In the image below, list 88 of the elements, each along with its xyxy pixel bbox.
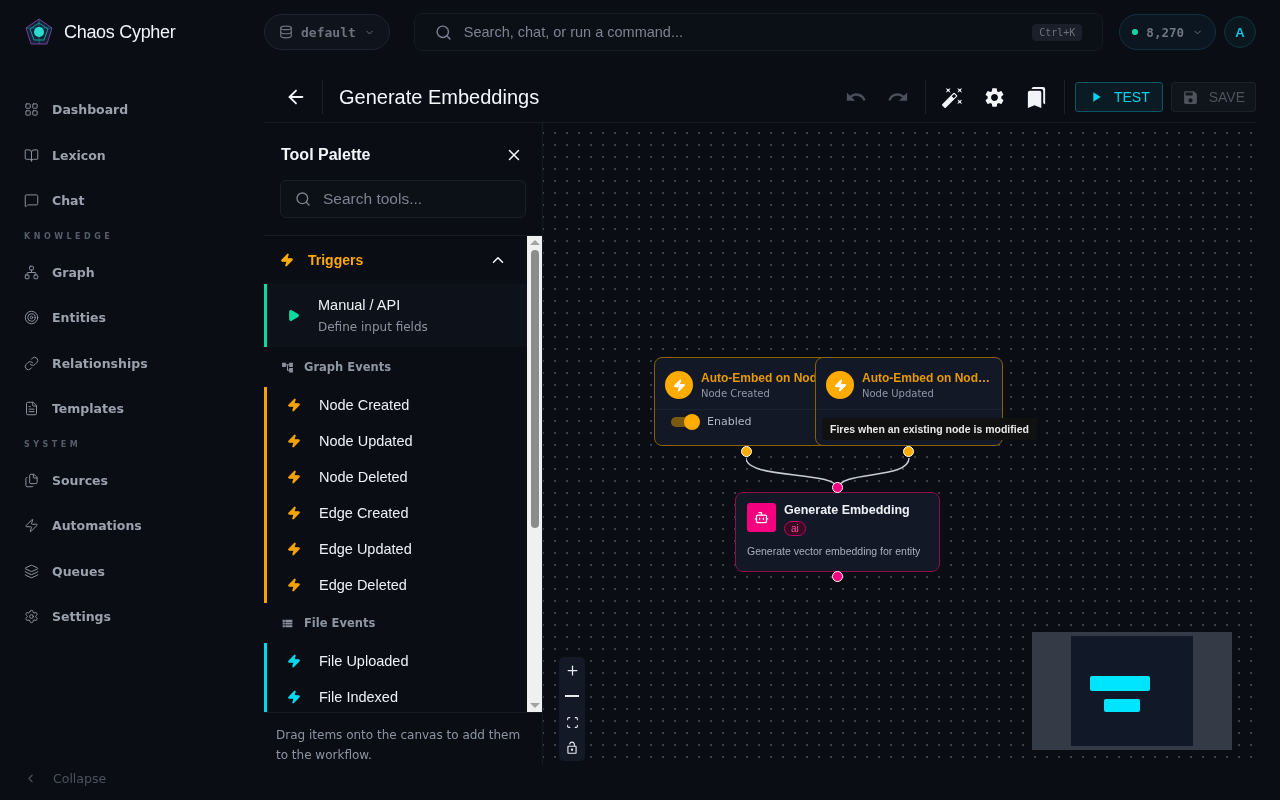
search-input[interactable]: Search tools... — [321, 189, 511, 209]
section-heading: SYSTEM — [24, 439, 83, 451]
item-label: Edge Deleted — [319, 577, 407, 593]
target-icon — [24, 310, 39, 326]
test-button[interactable]: TEST — [1074, 82, 1163, 112]
database-icon — [279, 25, 293, 39]
layers-icon — [24, 563, 39, 579]
scrollbar[interactable] — [527, 236, 542, 712]
search-icon — [295, 191, 311, 207]
nav-item[interactable]: Templates — [24, 386, 250, 432]
chat-icon — [24, 193, 39, 209]
lightning-icon — [287, 542, 301, 556]
nav-item[interactable]: Sources — [24, 457, 250, 503]
group-label: Graph Events — [304, 360, 391, 374]
nav-item[interactable]: Chat — [24, 178, 250, 224]
hierarchy-icon — [24, 264, 39, 280]
workflow-title: Generate Embeddings — [339, 85, 541, 109]
tool-search-field[interactable]: Search tools... — [280, 180, 526, 218]
document-icon — [24, 401, 39, 417]
play-icon — [287, 309, 300, 322]
lightning-icon — [24, 518, 39, 534]
action-node[interactable]: Generate Embedding ai Generate vector embedding for entity — [735, 492, 940, 572]
lightning-icon — [826, 371, 854, 399]
shortcut-hint: Ctrl+K — [1032, 23, 1083, 41]
search-input[interactable]: Search, chat, or run a command... — [461, 23, 1023, 41]
node-title: Auto-Embed on Nod… — [862, 371, 990, 385]
enabled-toggle[interactable] — [671, 416, 699, 427]
item-label: Edge Created — [319, 505, 409, 521]
book-icon — [24, 147, 39, 163]
logo-icon — [24, 17, 54, 47]
files-icon — [24, 472, 39, 488]
brand-name: Chaos Cypher — [64, 21, 176, 43]
plus-icon — [564, 662, 580, 678]
fit-view-icon — [565, 715, 579, 729]
lightning-icon — [287, 506, 301, 520]
palette-hint: Drag items onto the canvas to add them to the workflow. — [275, 727, 522, 764]
group-label: File Events — [304, 616, 376, 630]
output-handle[interactable] — [741, 446, 752, 457]
search-icon — [434, 23, 452, 41]
lightning-icon — [287, 470, 301, 484]
lightning-icon — [287, 434, 301, 448]
nav-item[interactable]: Relationships — [24, 340, 250, 386]
palette-title: Tool Palette — [281, 146, 371, 164]
node-title: Generate Embedding — [784, 503, 910, 517]
settings-icon — [24, 609, 39, 625]
grid-icon — [24, 102, 39, 118]
item-description: Define input fields — [318, 320, 428, 334]
item-label: File Indexed — [319, 689, 398, 705]
workspace-selector[interactable]: default — [264, 14, 390, 50]
item-label: Node Updated — [319, 433, 413, 449]
palette-item[interactable]: Manual / API Define input fields — [264, 284, 527, 347]
nav-item[interactable]: Graph — [24, 249, 250, 295]
hierarchy-icon — [281, 360, 294, 374]
item-label: Edge Updated — [319, 541, 412, 557]
minus-icon — [565, 695, 579, 697]
credits-button[interactable]: 8,270 — [1119, 14, 1216, 50]
output-handle[interactable] — [832, 571, 843, 582]
unlock-icon — [565, 741, 579, 755]
tooltip: Fires when an existing node is modified — [822, 418, 1037, 440]
lightning-icon — [287, 578, 301, 592]
nav-item[interactable]: Settings — [24, 594, 250, 640]
ai-tag: ai — [784, 521, 806, 536]
section-heading: KNOWLEDGE — [24, 231, 115, 243]
nav-item[interactable]: Automations — [24, 503, 250, 549]
nav-item[interactable]: Queues — [24, 548, 250, 594]
item-label: Node Deleted — [319, 469, 408, 485]
lightning-icon — [287, 690, 301, 704]
lightning-icon — [665, 371, 693, 399]
magic-wand-icon — [941, 85, 965, 109]
node-subtitle: Node Updated — [862, 388, 935, 399]
nav-item[interactable]: Dashboard — [24, 87, 250, 133]
nav-item[interactable]: Lexicon — [24, 132, 250, 178]
nav-item[interactable]: Entities — [24, 295, 250, 341]
item-label: Node Created — [319, 397, 410, 413]
avatar-button[interactable]: A — [1224, 16, 1256, 48]
lightning-icon — [287, 654, 301, 668]
lightning-icon — [287, 398, 301, 412]
triggers-section-header[interactable]: Triggers — [264, 236, 527, 284]
output-handle[interactable] — [903, 446, 914, 457]
lightning-icon — [280, 253, 294, 267]
input-handle[interactable] — [832, 482, 843, 493]
toggle-label: Enabled — [707, 415, 752, 428]
robot-icon — [747, 503, 776, 532]
item-label: Manual / API — [318, 297, 402, 313]
item-label: File Uploaded — [319, 653, 409, 669]
node-subtitle: Node Created — [701, 388, 771, 399]
link-icon — [24, 355, 39, 371]
node-description: Generate vector embedding for entity — [747, 545, 921, 557]
